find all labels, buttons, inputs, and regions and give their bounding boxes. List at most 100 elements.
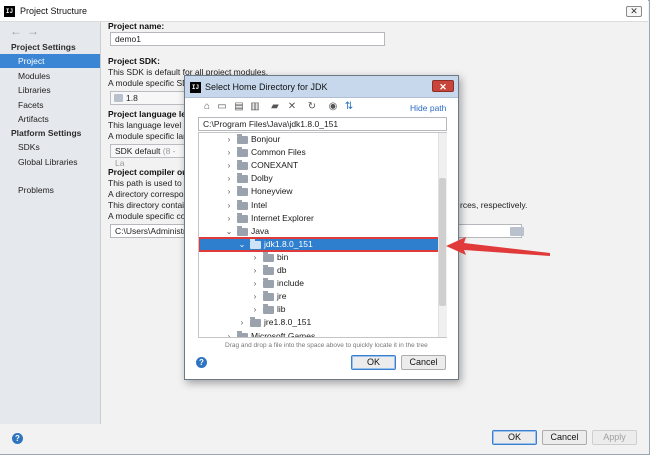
sidebar-item-problems[interactable]: Problems xyxy=(0,183,100,197)
tree-node-label: Microsoft Games xyxy=(251,330,316,338)
tree-node[interactable]: › CONEXANT xyxy=(199,159,446,172)
language-level-description: This language level is xyxy=(108,120,190,130)
language-level-select[interactable]: SDK default (8 - La xyxy=(110,144,185,168)
browse-folder-icon[interactable] xyxy=(510,227,524,236)
cancel-button[interactable]: Cancel xyxy=(542,430,587,445)
path-input[interactable]: C:\Program Files\Java\jdk1.8.0_151 xyxy=(198,117,447,131)
sidebar-item-facets[interactable]: Facets xyxy=(0,98,100,112)
tree-node[interactable]: › db xyxy=(199,264,446,277)
help-icon[interactable]: ? xyxy=(12,433,23,444)
chevron-right-icon[interactable]: › xyxy=(251,290,259,303)
dialog-ok-button[interactable]: OK xyxy=(351,355,396,370)
language-level-description-2: A module specific lan xyxy=(108,131,188,141)
sidebar-item-artifacts[interactable]: Artifacts xyxy=(0,112,100,126)
refresh-icon[interactable]: ↻ xyxy=(306,101,318,113)
tree-node[interactable]: › Bonjour xyxy=(199,133,446,146)
folder-icon xyxy=(237,160,248,171)
folder-icon xyxy=(237,199,248,210)
tree-node-label: Java xyxy=(251,225,269,236)
dialog-title: Select Home Directory for JDK xyxy=(205,82,328,92)
folder-icon xyxy=(263,291,274,302)
chevron-right-icon[interactable]: › xyxy=(225,330,233,338)
chevron-right-icon[interactable]: › xyxy=(251,277,259,290)
compiler-output-description-4: A module specific co xyxy=(108,211,186,221)
back-arrow-icon[interactable]: ← xyxy=(10,24,22,38)
dialog-close-button[interactable]: ✕ xyxy=(432,80,454,92)
project-icon[interactable]: ▤ xyxy=(233,101,245,113)
delete-icon[interactable]: ✕ xyxy=(286,101,298,113)
chevron-right-icon[interactable]: › xyxy=(251,251,259,264)
chevron-right-icon[interactable]: › xyxy=(225,185,233,198)
tree-node-label: Bonjour xyxy=(251,134,281,144)
dialog-help-icon[interactable]: ? xyxy=(196,357,207,368)
tree-node[interactable]: › jre xyxy=(199,290,446,303)
forward-arrow-icon[interactable]: → xyxy=(27,24,39,38)
dialog-cancel-button[interactable]: Cancel xyxy=(401,355,446,370)
desktop-icon[interactable]: ▭ xyxy=(216,101,228,113)
tree-node-label: lib xyxy=(277,304,286,315)
folder-icon xyxy=(263,251,274,262)
chevron-right-icon[interactable]: › xyxy=(225,199,233,212)
chevron-right-icon[interactable]: › xyxy=(238,316,246,329)
compiler-output-description-3: This directory contain xyxy=(108,200,189,210)
title-bar: IJ Project Structure ✕ xyxy=(0,0,648,22)
new-folder-icon[interactable]: ▰ xyxy=(269,101,281,113)
platform-settings-header: Platform Settings xyxy=(11,128,82,138)
chevron-right-icon[interactable]: › xyxy=(225,172,233,185)
module-icon[interactable]: ▥ xyxy=(249,101,261,113)
tree-node-label: bin xyxy=(277,251,289,262)
tree-node[interactable]: › lib xyxy=(199,303,446,316)
show-hidden-icon[interactable]: ◉ xyxy=(327,101,339,113)
compiler-output-description-2: A directory correspo xyxy=(108,189,184,199)
tree-node[interactable]: ⌄ Java xyxy=(199,225,446,238)
intellij-logo-icon: IJ xyxy=(4,6,15,17)
chevron-right-icon[interactable]: › xyxy=(225,146,233,159)
chevron-down-icon[interactable]: ⌄ xyxy=(238,238,246,251)
ok-button[interactable]: OK xyxy=(492,430,537,445)
window-title: Project Structure xyxy=(20,6,88,16)
project-name-input[interactable]: demo1 xyxy=(110,32,385,46)
tree-node[interactable]: › Microsoft Games xyxy=(199,330,446,338)
tree-node-label: CONEXANT xyxy=(251,160,299,171)
folder-icon xyxy=(263,265,274,275)
file-tree[interactable]: › Bonjour › Common Files › CONEXANT › Dolby › Hon… xyxy=(198,132,447,338)
chevron-right-icon[interactable]: › xyxy=(225,133,233,146)
collapse-icon[interactable]: ⇅ xyxy=(343,101,355,113)
sidebar-item-sdks[interactable]: SDKs xyxy=(0,140,100,154)
drag-drop-hint: Drag and drop a file into the space abov… xyxy=(225,342,428,349)
tree-node[interactable]: › jre1.8.0_151 xyxy=(199,316,446,329)
tree-node[interactable]: ⌄ jdk1.8.0_151 xyxy=(199,236,446,252)
tree-node[interactable]: › bin xyxy=(199,251,446,264)
chevron-right-icon[interactable]: › xyxy=(251,303,259,316)
tree-scroll-thumb[interactable] xyxy=(439,178,446,306)
chevron-right-icon[interactable]: › xyxy=(251,264,259,277)
tree-node[interactable]: › include xyxy=(199,277,446,290)
language-level-label: Project language lev xyxy=(108,109,191,119)
tree-node-label: Honeyview xyxy=(251,186,293,197)
intellij-logo-icon: IJ xyxy=(190,82,201,93)
chevron-right-icon[interactable]: › xyxy=(225,212,233,225)
tree-node[interactable]: › Common Files xyxy=(199,146,446,159)
tree-node-label: include xyxy=(277,278,304,289)
chevron-down-icon[interactable]: ⌄ xyxy=(225,225,233,238)
home-icon[interactable]: ⌂ xyxy=(201,101,213,113)
sidebar-item-modules[interactable]: Modules xyxy=(0,69,100,83)
sdk-select[interactable]: 1.8 xyxy=(110,91,185,105)
apply-button[interactable]: Apply xyxy=(592,430,637,445)
folder-icon xyxy=(237,173,248,184)
sidebar-item-global-libraries[interactable]: Global Libraries xyxy=(0,155,100,169)
tree-node-label: jdk1.8.0_151 xyxy=(264,238,313,249)
folder-icon xyxy=(263,304,274,315)
project-settings-header: Project Settings xyxy=(11,42,76,52)
sidebar-item-project[interactable]: Project xyxy=(0,54,100,68)
hide-path-link[interactable]: Hide path xyxy=(410,103,446,113)
chevron-right-icon[interactable]: › xyxy=(225,159,233,172)
tree-node-label: jre xyxy=(277,291,287,302)
close-button[interactable]: ✕ xyxy=(626,6,642,17)
tree-node-label: Intel xyxy=(251,199,268,210)
sidebar-item-libraries[interactable]: Libraries xyxy=(0,83,100,97)
tree-node[interactable]: › Internet Explorer xyxy=(199,212,446,225)
tree-node[interactable]: › Honeyview xyxy=(199,185,446,198)
tree-node[interactable]: › Dolby xyxy=(199,172,446,185)
tree-node[interactable]: › Intel xyxy=(199,199,446,212)
